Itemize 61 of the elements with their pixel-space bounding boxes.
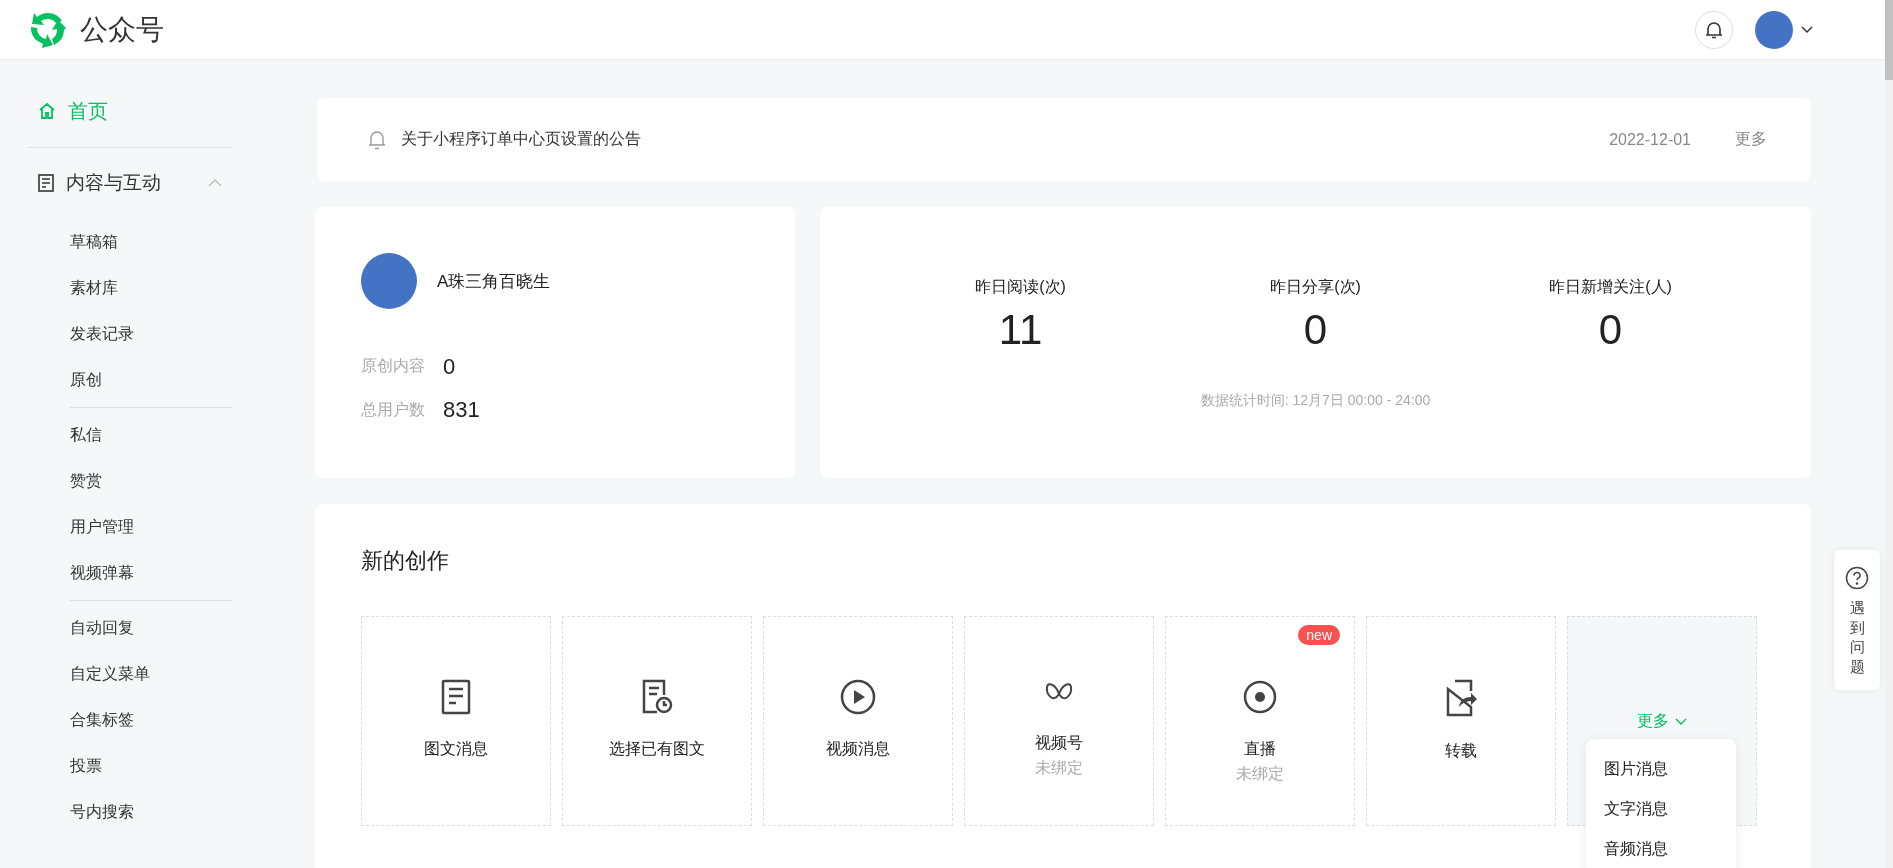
chevron-down-icon: [1801, 25, 1813, 34]
sidebar-item[interactable]: 草稿箱: [28, 219, 313, 265]
metric-value: 11: [998, 306, 1043, 354]
notification-button[interactable]: [1695, 10, 1733, 49]
document-icon: [441, 679, 471, 715]
metric-label: 昨日新增关注(人): [1549, 277, 1672, 297]
sidebar-item[interactable]: 素材库: [28, 265, 313, 311]
create-tile[interactable]: 视频消息: [763, 616, 953, 826]
user-menu-button[interactable]: [1755, 10, 1813, 49]
avatar: [1755, 10, 1793, 49]
sidebar-item[interactable]: 号内搜索: [28, 789, 313, 835]
sidebar-item[interactable]: 自动回复: [28, 605, 313, 651]
chevron-up-icon: [208, 179, 222, 187]
menu-item[interactable]: 文字消息: [1586, 789, 1736, 829]
sidebar-item[interactable]: 发表记录: [28, 311, 313, 357]
stat-label: 原创内容: [361, 356, 425, 377]
scrollbar[interactable]: [1885, 0, 1893, 868]
scrollbar-thumb[interactable]: [1885, 0, 1893, 80]
chevron-down-icon: [1675, 717, 1687, 726]
metric-label: 昨日阅读(次): [975, 277, 1066, 297]
more-link[interactable]: 更多: [1735, 129, 1767, 150]
notice-link[interactable]: 关于小程序订单中心页设置的公告: [401, 129, 641, 150]
stat-value: 0: [443, 353, 456, 380]
create-tile[interactable]: 视频号 未绑定: [964, 616, 1154, 826]
notice-date: 2022-12-01: [1609, 130, 1691, 149]
stats-time-note: 数据统计时间: 12月7日 00:00 - 24:00: [1200, 392, 1431, 410]
app-title: 公众号: [80, 12, 164, 47]
metric-value: 0: [1303, 306, 1328, 354]
stat-value: 831: [443, 397, 480, 424]
sidebar-item[interactable]: 合集标签: [28, 697, 313, 743]
metric-label: 昨日分享(次): [1270, 277, 1361, 297]
share-document-icon: [1445, 679, 1477, 717]
sidebar-item[interactable]: 原创: [28, 357, 313, 403]
create-tile[interactable]: 转载: [1366, 616, 1556, 826]
account-name: A珠三角百晓生: [437, 270, 551, 293]
play-icon: [840, 679, 876, 715]
avatar: [361, 253, 417, 309]
sidebar-item[interactable]: 赞赏: [28, 458, 313, 504]
create-tile[interactable]: new 直播 未绑定: [1165, 616, 1355, 826]
stat-label: 总用户数: [361, 399, 425, 420]
metric-value: 0: [1598, 306, 1623, 354]
document-icon: [38, 174, 54, 192]
bell-icon: [1704, 19, 1724, 40]
sidebar-item[interactable]: 私信: [28, 412, 313, 458]
create-tile[interactable]: 图文消息: [361, 616, 551, 826]
sidebar-group[interactable]: 内容与互动: [28, 163, 232, 203]
record-icon: [1242, 679, 1278, 715]
home-icon: [38, 102, 56, 120]
document-clock-icon: [641, 679, 673, 715]
question-icon: [1845, 566, 1869, 590]
section-title: 新的创作: [361, 547, 450, 575]
menu-item[interactable]: 图片消息: [1586, 749, 1736, 789]
menu-item[interactable]: 音频消息: [1586, 829, 1736, 868]
sidebar-item[interactable]: 投票: [28, 743, 313, 789]
new-badge: new: [1298, 625, 1340, 645]
create-tile[interactable]: 选择已有图文: [562, 616, 752, 826]
help-button[interactable]: 遇到问题: [1834, 550, 1880, 690]
sidebar-item[interactable]: 用户管理: [28, 504, 313, 550]
sidebar-item[interactable]: 自定义菜单: [28, 651, 313, 697]
bell-icon: [367, 128, 387, 151]
sidebar-item[interactable]: 视频弹幕: [28, 550, 313, 596]
